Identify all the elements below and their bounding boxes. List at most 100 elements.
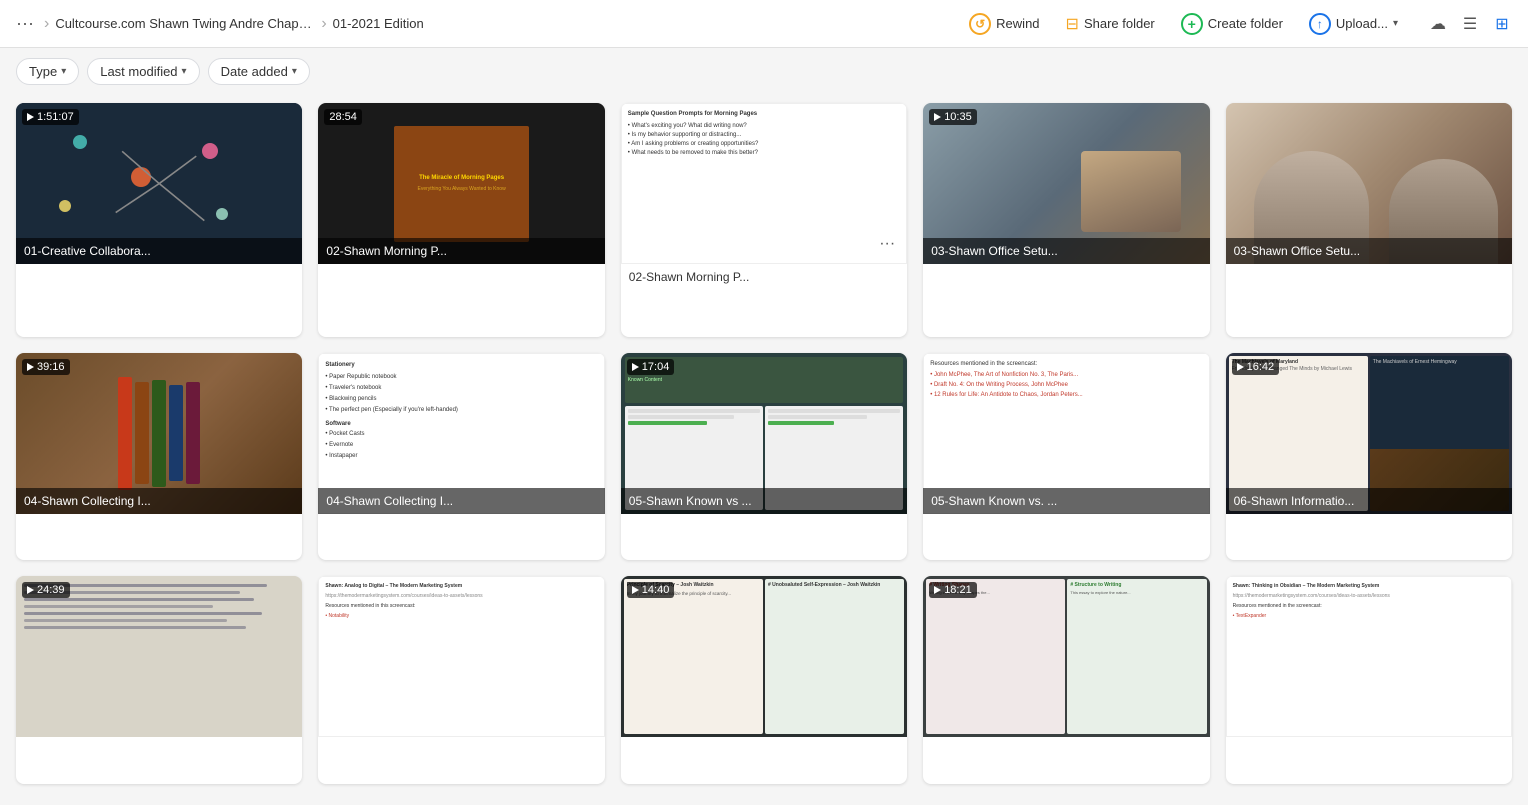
book-visual: The Miracle of Morning Pages Everything … [394,126,529,242]
cloud-icon: ☁ [1430,14,1446,34]
card-15-thumb: Shawn: Thinking in Obsidian – The Modern… [1226,576,1512,737]
duration-13: 14:40 [627,582,675,598]
card-07-handwriting-video[interactable]: 24:39 [16,576,302,784]
card-03-thumb-inner: Sample Question Prompts for Morning Page… [621,103,907,264]
card-07-thumb: Stationery • Paper Republic notebook • T… [318,353,604,514]
obsidian-doc-text: Shawn: Thinking in Obsidian – The Modern… [1233,583,1505,620]
rewind-label: Rewind [996,16,1039,31]
card-12-thumb-inner: Shawn: Analog to Digital – The Modern Ma… [318,576,604,737]
list-view-button[interactable]: ☰ [1456,10,1484,38]
play-icon-08 [632,363,639,371]
card-01-creative[interactable]: 1:51:07 01-Creative Collabora... [16,103,302,337]
type-filter-label: Type [29,64,57,79]
card-04-collecting-video[interactable]: 39:16 04-Shawn Collecting I... [16,353,302,561]
duration-06: 39:16 [22,359,70,375]
dateadded-filter[interactable]: Date added ▾ [208,58,310,85]
view-toggle: ☁ ☰ ⊞ [1424,10,1516,38]
breadcrumb-1[interactable]: Cultcourse.com Shawn Twing Andre Chapero… [55,16,315,31]
ws-panel-1: # Writing Shapes Writing in a new way sh… [926,579,1065,734]
card-04-thumb: 10:35 03-Shawn Office Setu... [923,103,1209,264]
cloud-view-button[interactable]: ☁ [1424,10,1452,38]
card-02-label: 02-Shawn Morning P... [318,238,604,264]
duration-04: 10:35 [929,109,977,125]
upload-dropdown-arrow[interactable]: ▾ [1393,18,1398,29]
lastmod-filter[interactable]: Last modified ▾ [87,58,199,85]
card-03-office-person[interactable]: 03-Shawn Office Setu... [1226,103,1512,337]
card-08-thumb: Known Content [621,353,907,514]
card-15-thumb-inner: Shawn: Thinking in Obsidian – The Modern… [1226,576,1512,737]
card-09-thumb: Resources mentioned in the screencast: •… [923,353,1209,514]
dateadded-filter-arrow: ▾ [292,66,297,77]
create-label: Create folder [1208,16,1283,31]
book-title-sim: The Miracle of Morning Pages [419,175,504,183]
notebook-spines-visual [118,377,200,490]
share-label: Share folder [1084,16,1155,31]
lastmod-filter-label: Last modified [100,64,177,79]
card-01-thumb: 1:51:07 01-Creative Collabora... [16,103,302,264]
card-10-label: 06-Shawn Informatio... [1226,488,1512,514]
card-05-known-doc[interactable]: Resources mentioned in the screencast: •… [923,353,1209,561]
card-12-thumb: Shawn: Analog to Digital – The Modern Ma… [318,576,604,737]
card-writing-shapes-video[interactable]: # Writing Shapes Writing in a new way sh… [923,576,1209,784]
scarcity-panel-left: Principle of Scarcity – Josh Waitzkin In… [624,579,763,734]
card-14-thumb-inner: # Writing Shapes Writing in a new way sh… [923,576,1209,737]
known-doc-text: Resources mentioned in the screencast: •… [930,360,1202,400]
play-icon-01 [27,113,34,121]
type-filter-arrow: ▾ [61,66,66,77]
rewind-icon: ↺ [969,13,991,35]
desk-visual [1081,151,1181,232]
create-folder-button[interactable]: + Create folder [1173,9,1291,39]
card-06-thumb: 39:16 04-Shawn Collecting I... [16,353,302,514]
card-05-known-video[interactable]: Known Content [621,353,907,561]
card-01-label: 01-Creative Collabora... [16,238,302,264]
play-icon-06 [27,363,34,371]
writing-shapes-visual: # Writing Shapes Writing in a new way sh… [923,576,1209,737]
play-icon-13 [632,586,639,594]
share-folder-button[interactable]: ⊟ Share folder [1058,10,1163,38]
card-02-morning-doc[interactable]: Sample Question Prompts for Morning Page… [621,103,907,337]
card-obsidian-doc[interactable]: Shawn: Thinking in Obsidian – The Modern… [1226,576,1512,784]
upload-button[interactable]: ↑ Upload... ▾ [1301,9,1406,39]
card-05-thumb: 03-Shawn Office Setu... [1226,103,1512,264]
doc-text-sim: Sample Question Prompts for Morning Page… [628,110,900,158]
duration-14: 18:21 [929,582,977,598]
card-03-thumb: Sample Question Prompts for Morning Page… [621,103,907,264]
upload-icon: ↑ [1309,13,1331,35]
grid-view-button[interactable]: ⊞ [1488,10,1516,38]
card-02-morning-video[interactable]: The Miracle of Morning Pages Everything … [318,103,604,337]
share-icon: ⊟ [1066,14,1079,34]
card-04-collecting-doc[interactable]: Stationery • Paper Republic notebook • T… [318,353,604,561]
analog-doc-visual: Shawn: Analog to Digital – The Modern Ma… [319,577,603,736]
scarcity-panel-right: # Unobsaluted Self-Expression – Josh Wai… [765,579,904,734]
duration-11: 24:39 [22,582,70,598]
list-doc-text: Stationery • Paper Republic notebook • T… [325,360,597,462]
play-icon-11 [27,586,34,594]
top-bar: ··· › Cultcourse.com Shawn Twing Andre C… [0,0,1528,48]
play-icon-04 [934,113,941,121]
analog-doc-text: Shawn: Analog to Digital – The Modern Ma… [325,583,597,620]
card-03-office-video[interactable]: 10:35 03-Shawn Office Setu... [923,103,1209,337]
obsidian-doc-visual: Shawn: Thinking in Obsidian – The Modern… [1227,577,1511,736]
play-icon-14 [934,586,941,594]
card-06-information-video[interactable]: The Machiavels of Maryland Friendship Th… [1226,353,1512,561]
list-icon: ☰ [1463,14,1477,34]
book-subtitle: Everything You Always Wanted to Know [417,186,505,192]
card-scarcity-video[interactable]: Principle of Scarcity – Josh Waitzkin In… [621,576,907,784]
card-analog-digital-doc[interactable]: Shawn: Analog to Digital – The Modern Ma… [318,576,604,784]
card-14-thumb: # Writing Shapes Writing in a new way sh… [923,576,1209,737]
breadcrumb-2[interactable]: 01-2021 Edition [333,16,424,31]
card-11-thumb: 24:39 [16,576,302,737]
card-10-thumb: The Machiavels of Maryland Friendship Th… [1226,353,1512,514]
type-filter[interactable]: Type ▾ [16,58,79,85]
top-bar-actions: ↺ Rewind ⊟ Share folder + Create folder … [961,9,1516,39]
rewind-button[interactable]: ↺ Rewind [961,9,1047,39]
card-04-label: 03-Shawn Office Setu... [923,238,1209,264]
menu-dots[interactable]: ··· [12,9,38,38]
lastmod-filter-arrow: ▾ [182,66,187,77]
card-09-label: 05-Shawn Known vs. ... [923,488,1209,514]
card-07-label: 04-Shawn Collecting I... [318,488,604,514]
card-06-label: 04-Shawn Collecting I... [16,488,302,514]
play-icon-10 [1237,363,1244,371]
duration-08: 17:04 [627,359,675,375]
grid-icon: ⊞ [1495,14,1508,34]
